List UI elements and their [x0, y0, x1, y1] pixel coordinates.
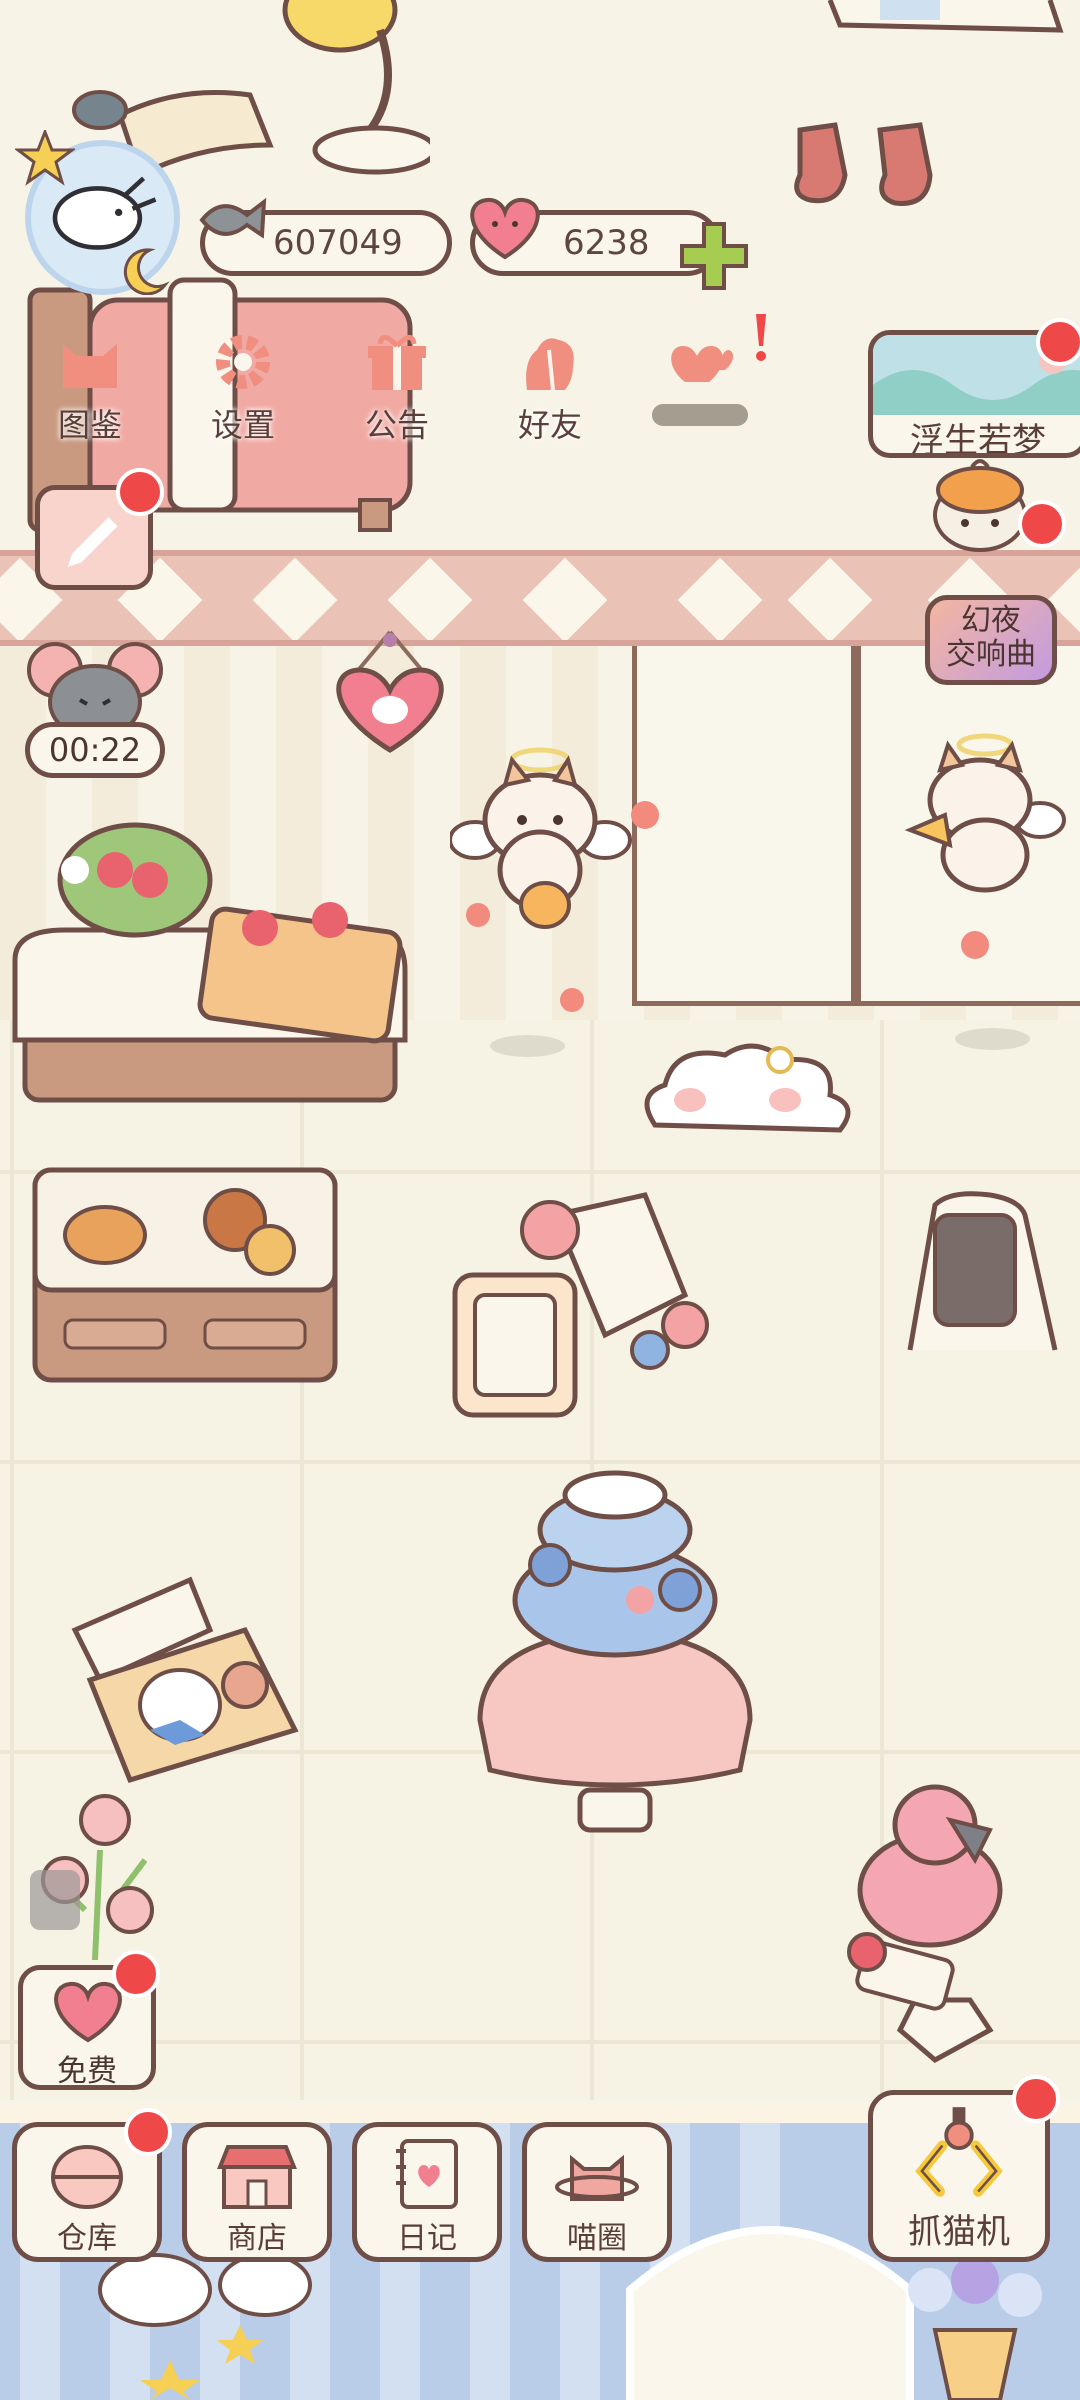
warehouse-icon — [51, 2145, 123, 2209]
cat-planet-icon — [555, 2154, 639, 2201]
cloud-mobile-decor — [98, 2253, 312, 2400]
socks-decor — [794, 122, 933, 206]
likes-button[interactable] — [640, 330, 760, 460]
free-reward-label: 免费 — [57, 2054, 117, 2089]
moon-badge-icon — [123, 248, 170, 295]
sun-badge-icon — [15, 130, 75, 186]
fish-icon — [199, 197, 267, 239]
heart-sign-decor — [336, 630, 444, 753]
shop-button[interactable]: 商店 — [182, 2122, 332, 2262]
cake-decor — [477, 1470, 753, 1833]
cat-collection-icon — [63, 344, 117, 388]
gear-icon — [216, 335, 270, 389]
gift-icon — [368, 335, 426, 390]
diary-button[interactable]: 日记 — [352, 2122, 502, 2262]
add-hearts-plus-icon[interactable] — [678, 220, 750, 292]
heart-currency-icon — [470, 197, 540, 260]
photo-frames-decor — [452, 1192, 709, 1418]
shop-icon — [217, 2145, 297, 2209]
bakery-case-decor — [32, 1167, 338, 1383]
floating-hearts — [466, 801, 989, 1012]
free-reward-notification-dot — [112, 1950, 160, 1998]
night-event-label-line1: 幻夜 — [961, 603, 1021, 638]
heart-amount: 6238 — [563, 223, 650, 263]
flower-table-decor — [12, 822, 408, 1103]
hearts-icon — [671, 346, 734, 382]
diary-icon — [396, 2139, 458, 2209]
shadow — [955, 1028, 1030, 1050]
cat-circle-button[interactable]: 喵圈 — [522, 2122, 672, 2262]
diary-label: 日记 — [397, 2221, 457, 2256]
settings-label: 设置 — [210, 406, 275, 444]
shelf-decor — [827, 0, 1064, 33]
bouquet-decor — [908, 2256, 1042, 2400]
exclamation-alert-icon — [756, 314, 766, 361]
timer-display: 00:22 — [25, 722, 165, 778]
settings-button[interactable]: 设置 — [183, 330, 303, 460]
dream-event-notification-dot — [1036, 318, 1080, 366]
night-event-card[interactable]: 幻夜 交响曲 — [925, 595, 1057, 685]
claw-icon — [915, 2107, 1003, 2197]
friends-label: 好友 — [517, 406, 582, 444]
notice-label: 公告 — [364, 406, 429, 444]
suitcase-decor — [71, 1576, 299, 1784]
shop-label: 商店 — [227, 2221, 287, 2256]
flamingo-decor — [847, 1784, 1003, 2064]
collection-button[interactable]: 图鉴 — [30, 330, 150, 460]
night-event-notification-dot — [1018, 500, 1066, 548]
friends-icon — [526, 338, 574, 391]
collection-label: 图鉴 — [57, 406, 122, 444]
notice-button[interactable]: 公告 — [337, 330, 457, 460]
fish-amount: 607049 — [273, 223, 403, 263]
night-event-label-line2: 交响曲 — [946, 637, 1036, 672]
warehouse-notification-dot — [124, 2108, 172, 2156]
claw-machine-notification-dot — [1012, 2075, 1060, 2123]
flowers-decor — [30, 1794, 154, 1960]
timer-text: 00:22 — [48, 731, 142, 769]
edit-notification-dot — [116, 468, 164, 516]
claw-machine-label: 抓猫机 — [908, 2212, 1010, 2252]
chalkboard-sign-decor — [907, 1191, 1058, 1351]
warehouse-label: 仓库 — [57, 2221, 117, 2256]
dream-event-label: 浮生若梦 — [910, 421, 1046, 458]
likes-empty-bar — [652, 404, 748, 426]
shadow — [490, 1035, 565, 1057]
friends-button[interactable]: 好友 — [490, 330, 610, 460]
cloud-pet[interactable] — [635, 1035, 865, 1145]
lamp-decor — [282, 0, 430, 175]
cat-circle-label: 喵圈 — [567, 2221, 627, 2256]
